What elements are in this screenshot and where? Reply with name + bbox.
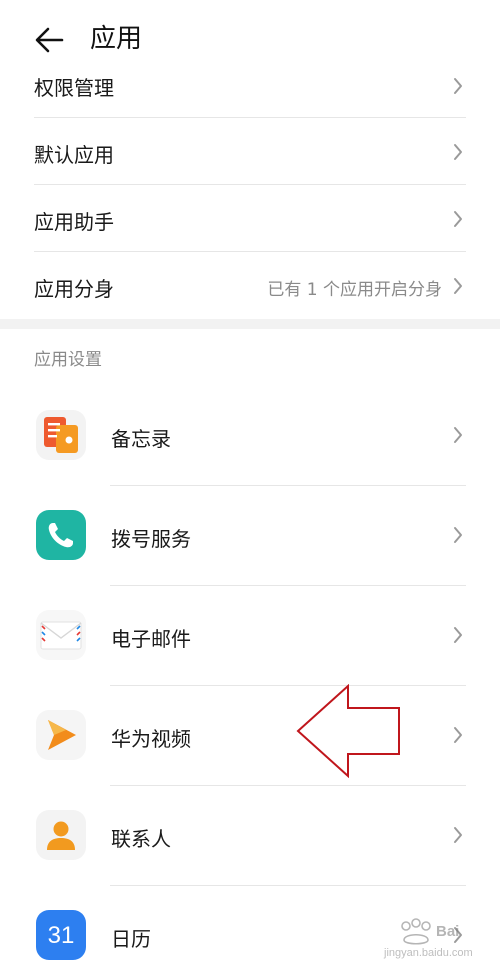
item-label: 默认应用: [34, 143, 114, 167]
chevron-right-icon: [454, 527, 462, 543]
app-label: 电子邮件: [111, 627, 191, 651]
app-item-notepad[interactable]: 备忘录: [0, 386, 500, 485]
contacts-icon: [36, 810, 86, 860]
app-twin-status: 已有 1 个应用开启分身: [267, 280, 442, 300]
item-label: 权限管理: [34, 76, 114, 100]
chevron-right-icon: [454, 144, 462, 160]
video-play-icon: [36, 710, 86, 760]
app-label: 联系人: [111, 827, 171, 851]
top-app-bar: 应用: [0, 0, 500, 70]
app-label: 华为视频: [111, 727, 191, 751]
section-spacer: [0, 319, 500, 329]
email-icon: [36, 610, 86, 660]
permission-management-item[interactable]: 权限管理: [0, 62, 500, 114]
app-item-contacts[interactable]: 联系人: [0, 786, 500, 885]
app-item-dialer[interactable]: 拨号服务: [0, 486, 500, 585]
item-label: 应用分身: [34, 277, 114, 301]
back-arrow-icon[interactable]: [30, 20, 70, 60]
baidu-jingyan-watermark: Bai jingyan.baidu.com: [383, 918, 473, 959]
app-label: 拨号服务: [111, 527, 191, 551]
chevron-right-icon: [454, 827, 462, 843]
svg-text:Bai: Bai: [436, 923, 459, 940]
phone-icon: [36, 510, 86, 560]
app-item-huawei-video[interactable]: 华为视频: [0, 686, 500, 785]
chevron-right-icon: [454, 211, 462, 227]
chevron-right-icon: [454, 78, 462, 94]
calendar-icon: 31: [36, 910, 86, 960]
app-item-email[interactable]: 电子邮件: [0, 586, 500, 685]
app-label: 日历: [111, 927, 151, 951]
chevron-right-icon: [454, 627, 462, 643]
app-label: 备忘录: [111, 427, 171, 451]
chevron-right-icon: [454, 727, 462, 743]
chevron-right-icon: [454, 427, 462, 443]
page-title: 应用: [90, 24, 143, 54]
app-assistant-item[interactable]: 应用助手: [0, 185, 500, 251]
item-label: 应用助手: [34, 210, 114, 234]
chevron-right-icon: [454, 278, 462, 294]
watermark-text: jingyan.baidu.com: [383, 947, 473, 959]
annotation-arrow-icon: [296, 684, 400, 778]
calendar-icon-number: 31: [48, 922, 75, 949]
section-header: 应用设置: [34, 350, 102, 370]
notepad-icon: [36, 410, 86, 460]
app-twin-item[interactable]: 应用分身 已有 1 个应用开启分身: [0, 252, 500, 318]
default-apps-item[interactable]: 默认应用: [0, 118, 500, 184]
